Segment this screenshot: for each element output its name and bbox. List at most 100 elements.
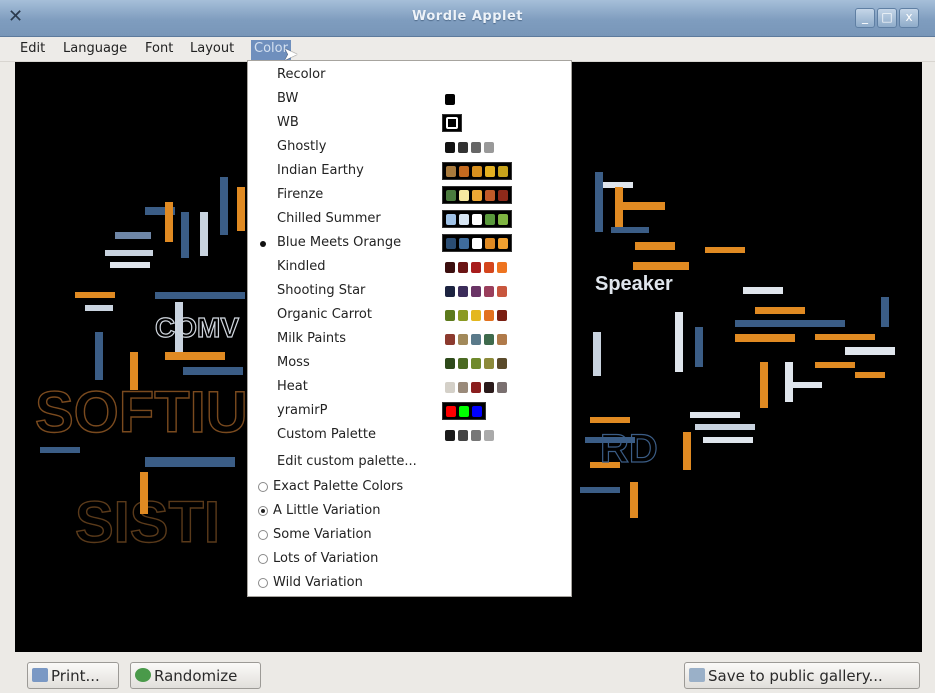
swatch-color bbox=[458, 357, 468, 369]
palette-label: Heat bbox=[277, 379, 308, 394]
palette-swatch bbox=[442, 138, 497, 156]
radio-icon[interactable] bbox=[258, 554, 268, 564]
swatch-color bbox=[458, 429, 468, 441]
radio-icon[interactable] bbox=[258, 482, 268, 492]
palette-item[interactable]: yramirP bbox=[248, 400, 571, 422]
swatch-color bbox=[484, 357, 494, 369]
close-icon[interactable]: x bbox=[899, 8, 919, 28]
swatch-color bbox=[445, 357, 455, 369]
swatch-color bbox=[458, 285, 468, 297]
palette-swatch bbox=[442, 186, 512, 204]
swatch-color bbox=[485, 165, 495, 177]
swatch-color bbox=[471, 381, 481, 393]
swatch-color bbox=[497, 381, 507, 393]
maximize-icon[interactable]: □ bbox=[877, 8, 897, 28]
mouse-cursor-icon: ➤ bbox=[283, 44, 299, 65]
variation-item[interactable]: Lots of Variation bbox=[248, 548, 571, 570]
palette-item[interactable]: Firenze bbox=[248, 184, 571, 206]
radio-icon[interactable] bbox=[258, 578, 268, 588]
palette-swatch bbox=[442, 162, 512, 180]
swatch-color bbox=[445, 381, 455, 393]
palette-swatch bbox=[442, 90, 458, 108]
swatch-color bbox=[471, 333, 481, 345]
palette-item[interactable]: Milk Paints bbox=[248, 328, 571, 350]
palette-label: Firenze bbox=[277, 187, 324, 202]
menu-layout[interactable]: Layout bbox=[187, 40, 237, 60]
swatch-color bbox=[484, 309, 494, 321]
palette-item[interactable]: Indian Earthy bbox=[248, 160, 571, 182]
palette-item[interactable]: BW bbox=[248, 88, 571, 110]
swatch-color bbox=[459, 405, 469, 417]
swatch-color bbox=[445, 141, 455, 153]
palette-label: Blue Meets Orange bbox=[277, 235, 402, 250]
swatch-color bbox=[459, 165, 469, 177]
selected-bullet-icon bbox=[260, 241, 266, 247]
swatch-color bbox=[484, 429, 494, 441]
minimize-icon[interactable]: _ bbox=[855, 8, 875, 28]
swatch-color bbox=[445, 93, 455, 105]
palette-item[interactable]: Chilled Summer bbox=[248, 208, 571, 230]
palette-item[interactable]: Heat bbox=[248, 376, 571, 398]
palette-label: BW bbox=[277, 91, 299, 106]
swatch-color bbox=[484, 261, 494, 273]
menu-edit[interactable]: Edit bbox=[17, 40, 48, 60]
variation-item[interactable]: Some Variation bbox=[248, 524, 571, 546]
variation-label: A Little Variation bbox=[273, 503, 381, 518]
save-to-gallery-button[interactable]: Save to public gallery... bbox=[684, 662, 920, 689]
radio-icon[interactable] bbox=[258, 506, 268, 516]
svg-text:COMV: COMV bbox=[155, 312, 239, 343]
variation-item[interactable]: A Little Variation bbox=[248, 500, 571, 522]
swatch-color bbox=[458, 381, 468, 393]
palette-item[interactable]: Kindled bbox=[248, 256, 571, 278]
bottom-toolbar: Print... Randomize Save to public galler… bbox=[0, 652, 935, 693]
variation-label: Some Variation bbox=[273, 527, 372, 542]
palette-item[interactable]: Shooting Star bbox=[248, 280, 571, 302]
palette-swatch bbox=[442, 234, 512, 252]
palette-label: Organic Carrot bbox=[277, 307, 372, 322]
swatch-color bbox=[472, 165, 482, 177]
swatch-color bbox=[471, 141, 481, 153]
variation-item[interactable]: Exact Palette Colors bbox=[248, 476, 571, 498]
variation-label: Exact Palette Colors bbox=[273, 479, 404, 494]
swatch-color bbox=[472, 237, 482, 249]
swatch-color bbox=[498, 237, 508, 249]
window-titlebar[interactable]: ✕ Wordle Applet _ □ x bbox=[0, 0, 935, 37]
palette-swatch bbox=[442, 258, 510, 276]
palette-swatch bbox=[442, 426, 497, 444]
swatch-color bbox=[459, 237, 469, 249]
printer-icon bbox=[32, 668, 48, 682]
swatch-color bbox=[497, 261, 507, 273]
radio-icon[interactable] bbox=[258, 530, 268, 540]
swatch-color bbox=[446, 405, 456, 417]
swatch-color bbox=[445, 429, 455, 441]
swatch-color bbox=[497, 333, 507, 345]
swatch-color bbox=[484, 285, 494, 297]
color-menu: Recolor BW WB Ghostly Indian Earthy Firenze C… bbox=[247, 60, 572, 597]
palette-label: Shooting Star bbox=[277, 283, 366, 298]
palette-item[interactable]: Blue Meets Orange bbox=[248, 232, 571, 254]
palette-item[interactable]: Organic Carrot bbox=[248, 304, 571, 326]
swatch-color bbox=[472, 213, 482, 225]
palette-label: Custom Palette bbox=[277, 427, 376, 442]
swatch-color bbox=[484, 333, 494, 345]
swatch-color bbox=[472, 189, 482, 201]
menu-item-recolor[interactable]: Recolor bbox=[277, 67, 325, 83]
swatch-color bbox=[458, 309, 468, 321]
palette-item[interactable]: Ghostly bbox=[248, 136, 571, 158]
swatch-color bbox=[458, 141, 468, 153]
palette-label: Kindled bbox=[277, 259, 326, 274]
menu-font[interactable]: Font bbox=[142, 40, 176, 60]
randomize-button[interactable]: Randomize bbox=[130, 662, 261, 689]
menu-item-edit-custom-palette[interactable]: Edit custom palette... bbox=[277, 454, 417, 470]
swatch-color bbox=[498, 165, 508, 177]
swatch-color bbox=[485, 213, 495, 225]
menu-language[interactable]: Language bbox=[60, 40, 130, 60]
palette-swatch bbox=[442, 354, 510, 372]
palette-swatch bbox=[442, 402, 486, 420]
print-button[interactable]: Print... bbox=[27, 662, 119, 689]
variation-item[interactable]: Wild Variation bbox=[248, 572, 571, 594]
palette-item[interactable]: WB bbox=[248, 112, 571, 134]
gallery-icon bbox=[689, 668, 705, 682]
palette-item[interactable]: Moss bbox=[248, 352, 571, 374]
palette-item[interactable]: Custom Palette bbox=[248, 424, 571, 446]
